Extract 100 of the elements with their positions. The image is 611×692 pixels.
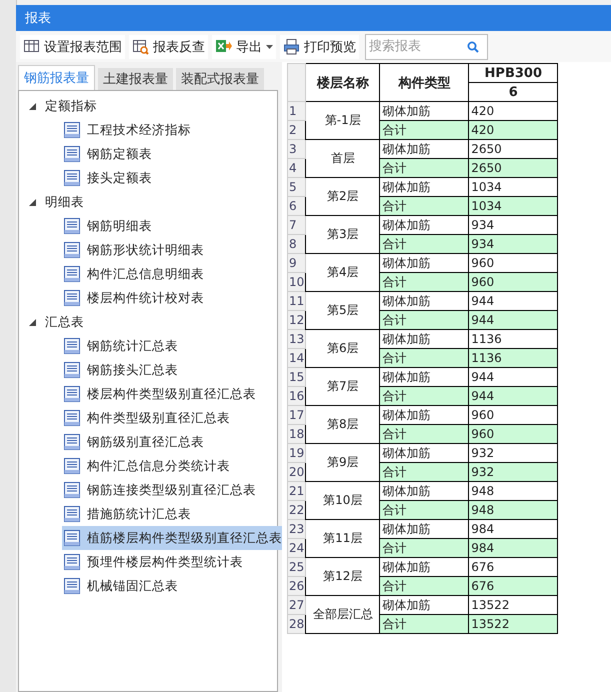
caret-icon (266, 44, 273, 48)
tree-group[interactable]: 定额指标 (19, 94, 277, 118)
grid-icon (23, 38, 40, 55)
report-range-button[interactable]: 设置报表范围 (20, 34, 125, 58)
table-cell: 合计 (380, 310, 469, 330)
row-number: 5 (288, 178, 306, 196)
row-number: 15 (288, 368, 306, 386)
row-number: 9 (288, 254, 306, 272)
report-item[interactable]: 钢筋统计汇总表 (62, 334, 182, 358)
row-number: 13 (288, 330, 306, 348)
table-cell: 944 (468, 386, 558, 406)
row-number: 8 (288, 234, 306, 254)
print-preview-button[interactable]: 打印预览 (280, 34, 359, 58)
table-cell: 合计 (380, 120, 469, 140)
row-number: 14 (288, 348, 306, 368)
document-icon (64, 242, 80, 258)
document-icon (64, 458, 80, 474)
printer-icon (283, 38, 300, 55)
table-cell: 1136 (468, 348, 558, 368)
table-cell: 合计 (380, 538, 469, 558)
report-item[interactable]: 构件汇总信息明细表 (62, 262, 208, 286)
report-item[interactable]: 钢筋连接类型级别直径汇总表 (62, 478, 260, 502)
report-item[interactable]: 构件类型级别直径汇总表 (62, 406, 234, 430)
report-item[interactable]: 接头定额表 (62, 166, 156, 190)
tab[interactable]: 装配式报表量 (176, 68, 264, 90)
table-cell: 合计 (380, 500, 469, 520)
row-number: 17 (288, 406, 306, 424)
row-number: 25 (288, 558, 306, 576)
row-number: 2 (288, 120, 306, 140)
column-header: HPB300 (468, 64, 558, 82)
report-item[interactable]: 钢筋接头汇总表 (62, 358, 182, 382)
row-number: 18 (288, 424, 306, 444)
export-button[interactable]: 导出 (212, 34, 276, 58)
table-cell: 420 (468, 120, 558, 140)
spreadsheet-export-icon (215, 38, 232, 55)
document-icon (64, 578, 80, 594)
row-number: 21 (288, 482, 306, 500)
row-number: 16 (288, 386, 306, 406)
document-icon (64, 218, 80, 234)
table-cell: 13522 (468, 614, 558, 634)
row-number: 20 (288, 462, 306, 482)
table-cell: 合计 (380, 272, 469, 292)
table-cell: 960 (468, 424, 558, 444)
table-cell: 984 (468, 538, 558, 558)
row-number: 26 (288, 576, 306, 596)
expanded-icon (29, 102, 36, 110)
row-number: 1 (288, 102, 306, 120)
tab[interactable]: 钢筋报表量 (18, 65, 95, 90)
tab[interactable]: 土建报表量 (98, 68, 173, 90)
row-number: 24 (288, 538, 306, 558)
report-item[interactable]: 楼层构件统计校对表 (62, 286, 208, 310)
table-cell: 合计 (380, 576, 469, 596)
row-number: 28 (288, 614, 306, 634)
row-number: 12 (288, 310, 306, 330)
row-number: 6 (288, 196, 306, 216)
window-title: 报表 (25, 10, 51, 27)
table-cell: 合计 (380, 462, 469, 482)
column-header: 楼层名称 (306, 64, 380, 102)
column-header: 6 (468, 82, 558, 102)
report-item[interactable]: 钢筋形状统计明细表 (62, 238, 208, 262)
row-number: 11 (288, 292, 306, 310)
expanded-icon (29, 318, 36, 326)
document-icon (64, 554, 80, 570)
table-cell: 960 (468, 272, 558, 292)
table-cell: 合计 (380, 614, 469, 634)
report-item[interactable]: 楼层构件类型级别直径汇总表 (62, 382, 260, 406)
document-icon (64, 386, 80, 402)
document-icon (64, 362, 80, 378)
search-field[interactable]: 搜索报表 (365, 34, 488, 60)
row-number: 19 (288, 444, 306, 462)
report-item[interactable]: 措施筋统计汇总表 (62, 502, 195, 526)
expanded-icon (29, 198, 36, 206)
report-item[interactable]: 工程技术经济指标 (62, 118, 195, 142)
report-lookup-button[interactable]: 报表反查 (129, 34, 208, 58)
table-cell: 944 (468, 310, 558, 330)
table-cell: 2650 (468, 158, 558, 178)
report-item[interactable]: 预埋件楼层构件类型统计表 (62, 550, 247, 574)
document-icon (64, 434, 80, 450)
report-item[interactable]: 钢筋级别直径汇总表 (62, 430, 208, 454)
row-number: 10 (288, 272, 306, 292)
document-icon (64, 410, 80, 426)
table-cell: 676 (468, 576, 558, 596)
table-cell: 合计 (380, 234, 469, 254)
row-number: 27 (288, 596, 306, 614)
table-search-icon (132, 38, 149, 55)
tree-group[interactable]: 明细表 (19, 190, 277, 214)
report-item[interactable]: 构件汇总信息分类统计表 (62, 454, 234, 478)
tree-group[interactable]: 汇总表 (19, 310, 277, 334)
row-number: 22 (288, 500, 306, 520)
report-item[interactable]: 钢筋定额表 (62, 142, 156, 166)
row-number: 7 (288, 216, 306, 234)
table-cell: 934 (468, 234, 558, 254)
document-icon (64, 482, 80, 498)
table-cell: 948 (468, 500, 558, 520)
search-icon (467, 40, 479, 52)
report-item[interactable]: 钢筋明细表 (62, 214, 156, 238)
document-icon (64, 122, 80, 138)
report-item[interactable]: 机械锚固汇总表 (62, 574, 182, 598)
table-cell: 1034 (468, 196, 558, 216)
row-number: 4 (288, 158, 306, 178)
